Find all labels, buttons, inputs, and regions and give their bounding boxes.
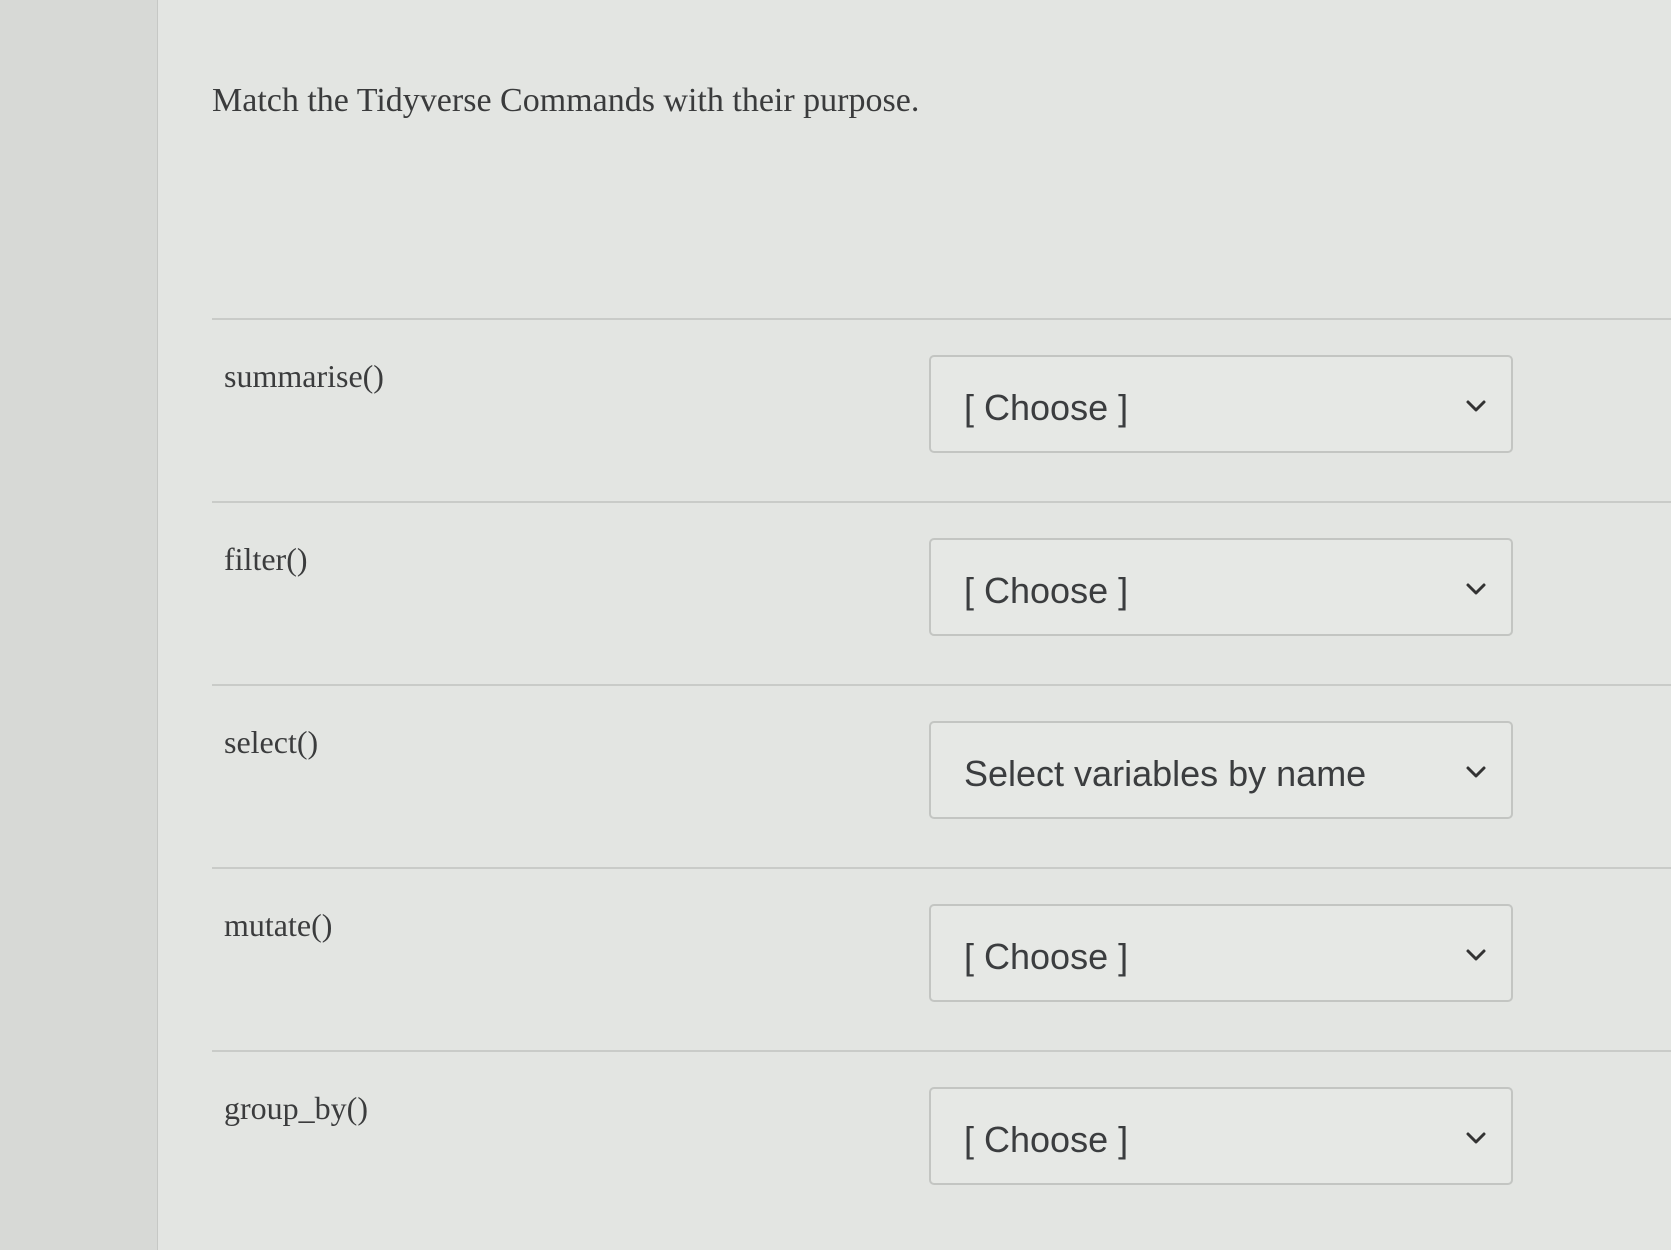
dropdown-selected-value: Select variables by name: [964, 753, 1367, 794]
chevron-down-icon: [1466, 766, 1486, 778]
chevron-down-icon: [1466, 400, 1486, 412]
answer-dropdown-filter[interactable]: [ Choose ]: [929, 538, 1513, 636]
dropdown-selected-value: [ Choose ]: [964, 387, 1129, 428]
dropdown-selected-value: [ Choose ]: [964, 1119, 1129, 1160]
match-row: mutate() [ Choose ]: [212, 867, 1671, 1050]
command-label-mutate: mutate(): [224, 907, 333, 943]
match-row: filter() [ Choose ]: [212, 501, 1671, 684]
match-list: summarise() [ Choose ] filter() [ Choose…: [212, 318, 1671, 1233]
answer-dropdown-mutate[interactable]: [ Choose ]: [929, 904, 1513, 1002]
answer-dropdown-summarise[interactable]: [ Choose ]: [929, 355, 1513, 453]
command-label-summarise: summarise(): [224, 358, 384, 394]
question-text: Match the Tidyverse Commands with their …: [212, 82, 920, 119]
answer-dropdown-group-by[interactable]: [ Choose ]: [929, 1087, 1513, 1185]
chevron-down-icon: [1466, 949, 1486, 961]
answer-dropdown-select[interactable]: Select variables by name: [929, 721, 1513, 819]
dropdown-selected-value: [ Choose ]: [964, 936, 1129, 977]
match-row: select() Select variables by name: [212, 684, 1671, 867]
chevron-down-icon: [1466, 1132, 1486, 1144]
command-label-filter: filter(): [224, 541, 308, 577]
chevron-down-icon: [1466, 583, 1486, 595]
command-label-group-by: group_by(): [224, 1090, 368, 1126]
dropdown-selected-value: [ Choose ]: [964, 570, 1129, 611]
command-label-select: select(): [224, 724, 319, 760]
match-row: summarise() [ Choose ]: [212, 318, 1671, 501]
match-row: group_by() [ Choose ]: [212, 1050, 1671, 1233]
left-gutter: [0, 0, 158, 1250]
